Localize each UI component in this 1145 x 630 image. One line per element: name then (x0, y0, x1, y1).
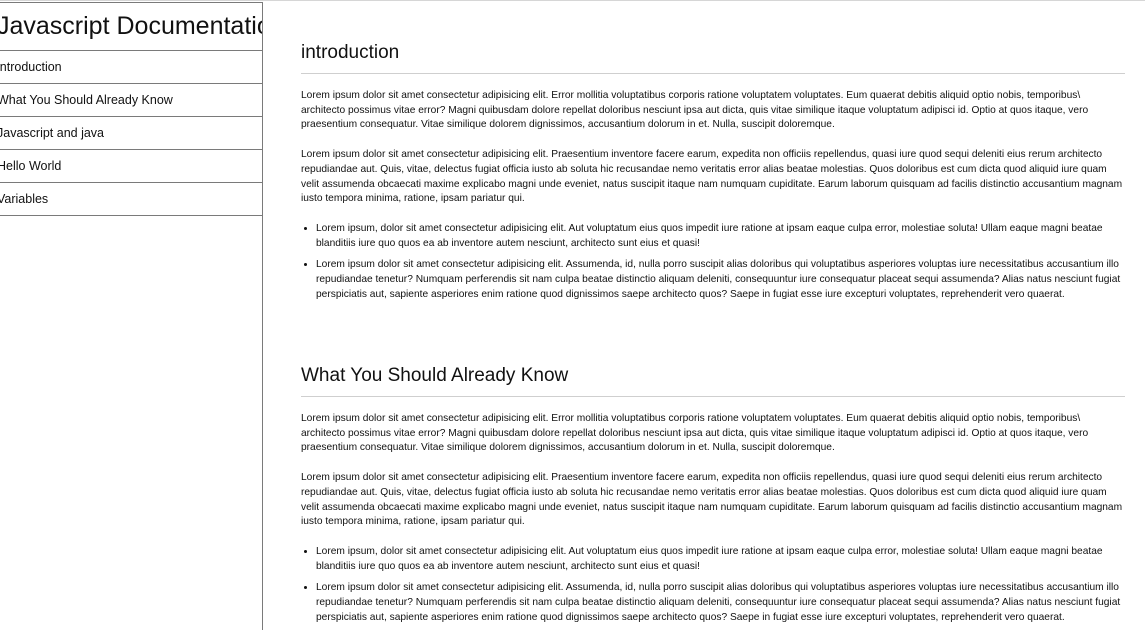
section-title: introduction (301, 41, 1125, 74)
nav-list: introduction What You Should Already Kno… (0, 51, 262, 216)
main-doc: introduction Lorem ipsum dolor sit amet … (301, 1, 1125, 630)
nav-link-hello-world[interactable]: Hello World (0, 150, 262, 183)
section-paragraph: Lorem ipsum dolor sit amet consectetur a… (301, 149, 1123, 205)
nav-item: Variables (0, 183, 262, 216)
list-item: Lorem ipsum, dolor sit amet consectetur … (316, 545, 1125, 574)
section-what-you-should-already-know: What You Should Already Know Lorem ipsum… (301, 364, 1125, 625)
list-item: Lorem ipsum, dolor sit amet consectetur … (316, 222, 1125, 251)
nav-item: What You Should Already Know (0, 84, 262, 117)
navbar-title: Javascript Documentation (0, 2, 262, 51)
nav-link-javascript-and-java[interactable]: Javascript and java (0, 117, 262, 150)
nav-link-variables[interactable]: Variables (0, 183, 262, 216)
page: Javascript Documentation introduction Wh… (0, 0, 1145, 630)
nav-item: Javascript and java (0, 117, 262, 150)
section-paragraph: Lorem ipsum dolor sit amet consectetur a… (301, 413, 1089, 454)
section-title: What You Should Already Know (301, 364, 1125, 397)
nav-item: Hello World (0, 150, 262, 183)
section-paragraph: Lorem ipsum dolor sit amet consectetur a… (301, 90, 1089, 131)
section-list: Lorem ipsum, dolor sit amet consectetur … (301, 222, 1125, 303)
section-introduction: introduction Lorem ipsum dolor sit amet … (301, 41, 1125, 302)
nav-item: introduction (0, 51, 262, 84)
nav-link-what-you-should-already-know[interactable]: What You Should Already Know (0, 84, 262, 117)
nav-link-introduction[interactable]: introduction (0, 51, 262, 84)
list-item: Lorem ipsum dolor sit amet consectetur a… (316, 258, 1125, 302)
section-paragraph: Lorem ipsum dolor sit amet consectetur a… (301, 472, 1123, 528)
navbar: Javascript Documentation introduction Wh… (0, 2, 263, 630)
section-list: Lorem ipsum, dolor sit amet consectetur … (301, 545, 1125, 626)
list-item: Lorem ipsum dolor sit amet consectetur a… (316, 581, 1125, 625)
